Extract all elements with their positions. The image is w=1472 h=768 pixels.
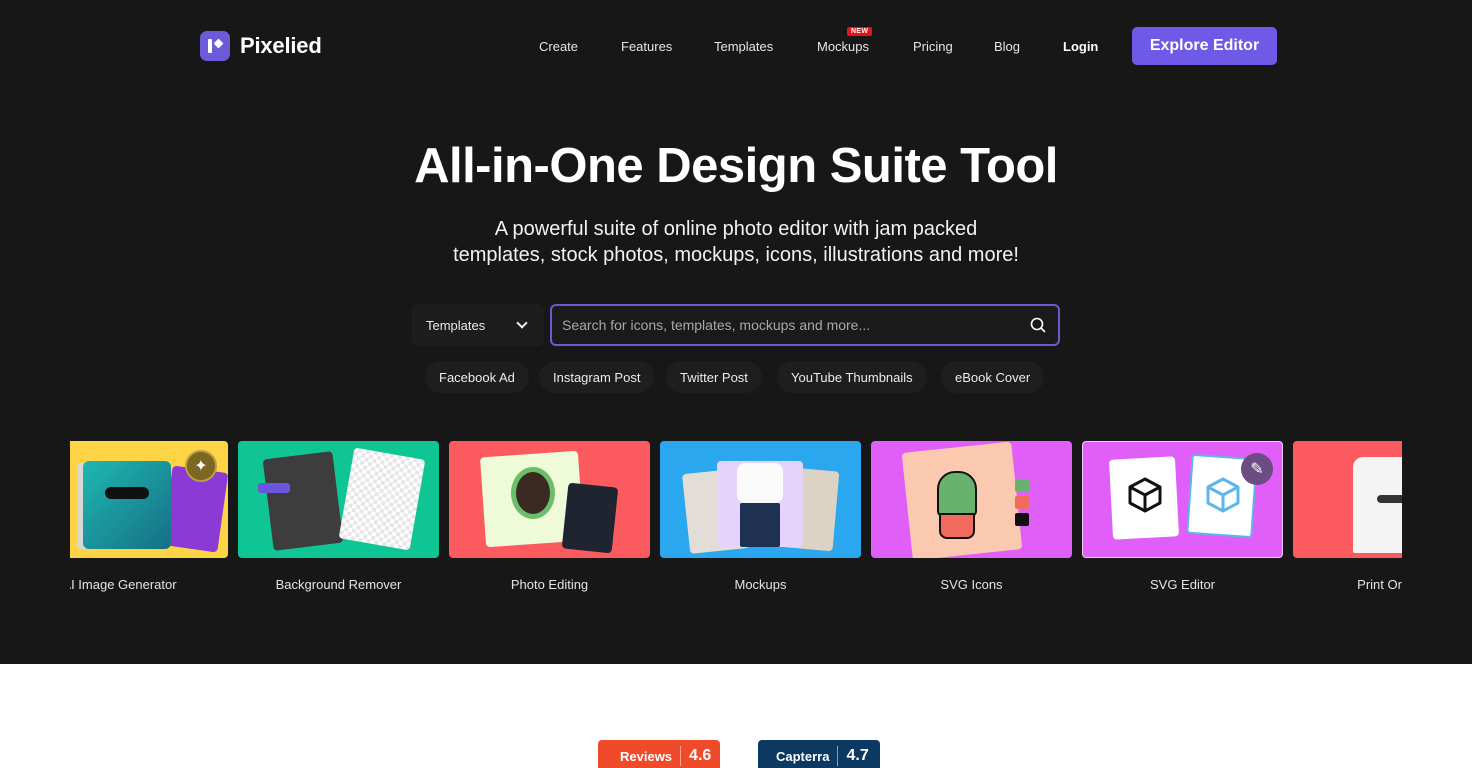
search-icon[interactable] (1030, 317, 1046, 333)
card-ai-image-generator[interactable]: ✦ AI Image Generator (70, 441, 228, 592)
card-thumbnail (238, 441, 439, 558)
g2-label: Reviews (620, 748, 673, 764)
card-thumbnail: ✦ (70, 441, 228, 558)
nav-create[interactable]: Create (539, 39, 578, 54)
card-background-remover[interactable]: Background Remover (238, 441, 439, 592)
card-mockups[interactable]: Mockups (660, 441, 861, 592)
chip-twitter-post[interactable]: Twitter Post (666, 361, 762, 393)
card-thumbnail (1293, 441, 1402, 558)
cube-icon (1128, 477, 1162, 513)
login-link[interactable]: Login (1063, 39, 1098, 54)
magic-wand-icon: ✦ (185, 450, 217, 482)
capterra-label: Capterra (776, 748, 830, 764)
capterra-score: 4.7 (846, 747, 869, 764)
nav-features[interactable]: Features (621, 39, 672, 54)
hero-section: Pixelied Create Features Templates Mocku… (0, 0, 1472, 664)
card-print-on-demand[interactable]: Print On D (1293, 441, 1402, 592)
nav-mockups[interactable]: Mockups (817, 39, 869, 54)
search-input[interactable] (562, 306, 1022, 344)
new-badge: NEW (847, 27, 873, 36)
capterra-review-badge[interactable]: Capterra 4.7 (758, 740, 880, 768)
category-select[interactable]: Templates (412, 304, 544, 346)
search-box (550, 304, 1060, 346)
card-thumbnail (871, 441, 1072, 558)
card-photo-editing[interactable]: Photo Editing (449, 441, 650, 592)
review-badges: Reviews 4.6 Capterra 4.7 (0, 736, 1472, 768)
card-label: Photo Editing (510, 577, 589, 592)
chip-facebook-ad[interactable]: Facebook Ad (425, 361, 529, 393)
card-label: Background Remover (275, 577, 402, 592)
card-thumbnail (660, 441, 861, 558)
nav-blog[interactable]: Blog (994, 39, 1020, 54)
hero-subtitle: A powerful suite of online photo editor … (0, 216, 1472, 268)
chip-ebook-cover[interactable]: eBook Cover (941, 361, 1045, 393)
card-label: Mockups (734, 577, 787, 592)
chip-instagram-post[interactable]: Instagram Post (539, 361, 655, 393)
page-title: All-in-One Design Suite Tool (414, 139, 1058, 193)
category-select-value: Templates (426, 317, 486, 333)
nav-pricing[interactable]: Pricing (913, 39, 953, 54)
card-svg-editor[interactable]: ✎ SVG Editor (1082, 441, 1283, 592)
subtitle-line-2: templates, stock photos, mockups, icons,… (453, 244, 1019, 266)
feature-carousel[interactable]: ✦ AI Image Generator Background Remover … (70, 441, 1402, 601)
card-label: Print On D (1357, 577, 1402, 592)
nav-templates[interactable]: Templates (714, 39, 773, 54)
card-label: SVG Editor (1149, 577, 1216, 592)
pencil-icon: ✎ (1241, 453, 1273, 485)
explore-editor-button[interactable]: Explore Editor (1132, 27, 1277, 65)
g2-score: 4.6 (689, 747, 712, 764)
subtitle-line-1: A powerful suite of online photo editor … (494, 218, 978, 240)
card-label: SVG Icons (940, 577, 1003, 592)
card-svg-icons[interactable]: SVG Icons (871, 441, 1072, 592)
g2-review-badge[interactable]: Reviews 4.6 (598, 740, 720, 768)
chip-youtube-thumbnails[interactable]: YouTube Thumbnails (777, 361, 927, 393)
chevron-down-icon (516, 317, 528, 329)
cube-outline-icon (1206, 477, 1240, 513)
card-thumbnail: ✎ (1082, 441, 1283, 558)
card-label: AI Image Generator (70, 577, 177, 592)
card-thumbnail (449, 441, 650, 558)
